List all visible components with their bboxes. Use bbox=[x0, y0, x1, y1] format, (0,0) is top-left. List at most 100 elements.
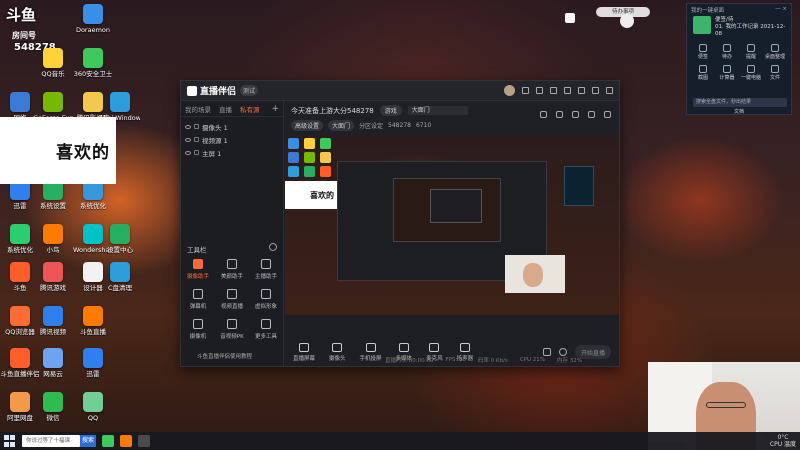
desktop-icon[interactable]: 斗鱼直播 bbox=[73, 306, 113, 352]
tool-button[interactable]: 视频直播 bbox=[215, 289, 249, 315]
tool-button[interactable]: 美颜助手 bbox=[215, 259, 249, 285]
tools-settings-icon[interactable] bbox=[269, 243, 277, 251]
share-icon[interactable] bbox=[604, 111, 611, 118]
desktop-icon-label: 腾讯游戏 bbox=[40, 284, 66, 292]
desktop-icon[interactable]: 系统优化 bbox=[73, 180, 113, 226]
tshirt-icon[interactable] bbox=[565, 13, 575, 23]
tab-scenes[interactable]: 我的场景 bbox=[185, 104, 211, 114]
live-preview[interactable]: 喜欢的 bbox=[285, 135, 619, 315]
widget-close-button[interactable]: — × bbox=[775, 6, 787, 14]
gift-icon[interactable] bbox=[536, 87, 543, 94]
tutorial-link[interactable]: 斗鱼直播伴侣使用教程 bbox=[197, 352, 252, 360]
desktop-icon[interactable]: 系统设置 bbox=[33, 180, 73, 226]
cat-icon[interactable] bbox=[620, 14, 634, 28]
scene-row[interactable]: 视频源 1 bbox=[181, 133, 283, 146]
status-item: 内存 32% bbox=[557, 357, 582, 364]
category-pill[interactable]: 游戏 bbox=[379, 105, 402, 116]
widget-footer[interactable]: 文档 bbox=[687, 108, 791, 115]
partition-setting[interactable]: 分区设定 bbox=[359, 121, 383, 130]
avatar[interactable] bbox=[504, 85, 515, 96]
widget-search-input[interactable]: 搜索全盘文件，秒出结果 bbox=[693, 98, 787, 107]
eye-icon[interactable] bbox=[185, 137, 191, 142]
desktop-icon[interactable]: QQ音乐 bbox=[33, 48, 73, 94]
app-icon bbox=[43, 306, 63, 326]
lock-icon[interactable] bbox=[194, 124, 199, 129]
desktop-icon-label: 腾讯视频 bbox=[40, 328, 66, 336]
taskbar: 你说过等了十福课 搜索 0°C CPU 温度 bbox=[0, 432, 800, 450]
widget-tool[interactable]: 提醒 bbox=[739, 44, 763, 60]
desktop-icon-label: 360安全卫士 bbox=[73, 70, 113, 78]
widget-tool[interactable]: 文件 bbox=[763, 65, 787, 81]
tool-button[interactable]: 虚拟形象 bbox=[249, 289, 283, 315]
audio-icon[interactable] bbox=[572, 111, 579, 118]
control-icon bbox=[429, 342, 440, 352]
message-icon[interactable] bbox=[522, 87, 529, 94]
minimize-icon[interactable] bbox=[578, 87, 585, 94]
desktop-icon[interactable]: 腾讯游戏 bbox=[33, 262, 73, 308]
desktop-icon[interactable]: Doraemon bbox=[73, 4, 113, 50]
desktop-icon[interactable]: 360安全卫士 bbox=[73, 48, 113, 94]
tool-button[interactable]: 主播助手 bbox=[249, 259, 283, 285]
tab-private[interactable]: 私有源 bbox=[240, 104, 260, 114]
tab-live[interactable]: 直播 bbox=[219, 104, 232, 114]
tool-button[interactable]: 更多工具 bbox=[249, 319, 283, 345]
tool-label: 视频直播 bbox=[220, 304, 243, 310]
app-icon bbox=[10, 224, 30, 244]
tool-button[interactable]: 摄像助手 bbox=[181, 259, 215, 285]
tool-button[interactable]: 摄像机 bbox=[181, 319, 215, 345]
tool-label: 主播助手 bbox=[254, 274, 277, 280]
add-scene-button[interactable]: + bbox=[271, 104, 279, 114]
widget-tool[interactable]: 截图 bbox=[691, 65, 715, 81]
desktop-icon-label: 网易云 bbox=[43, 370, 63, 378]
maximize-icon[interactable] bbox=[592, 87, 599, 94]
preview-face bbox=[523, 263, 543, 287]
widget-tool[interactable]: 便签 bbox=[691, 44, 715, 60]
scene-row[interactable]: 摄像头 1 bbox=[181, 120, 283, 133]
desktop-icon[interactable]: 网易云 bbox=[33, 348, 73, 394]
eye-icon[interactable] bbox=[185, 150, 191, 155]
taskbar-app-douyu-icon[interactable] bbox=[120, 435, 132, 447]
desktop-icon[interactable]: C盘清理 bbox=[100, 262, 140, 308]
room-category[interactable]: 大面门 bbox=[328, 120, 355, 131]
menu-icon[interactable] bbox=[564, 87, 571, 94]
lock-icon[interactable] bbox=[194, 137, 199, 142]
close-icon[interactable] bbox=[606, 87, 613, 94]
widget-note[interactable]: 便签/待 01. 我的工作记录 2021-12-08 bbox=[715, 17, 791, 38]
tool-button[interactable]: 音视频PK bbox=[215, 319, 249, 345]
layout-icon[interactable] bbox=[540, 111, 547, 118]
screen-icon[interactable] bbox=[556, 111, 563, 118]
eye-icon[interactable] bbox=[185, 124, 191, 129]
category-input[interactable]: 大面门 bbox=[407, 106, 468, 115]
desktop-icon-label: 迅雷 bbox=[86, 370, 100, 378]
start-button[interactable] bbox=[4, 435, 16, 447]
tool-label: 音视频PK bbox=[220, 334, 244, 340]
desktop-icon[interactable]: 迅雷 bbox=[73, 348, 113, 394]
scene-label: 摄像头 1 bbox=[202, 123, 228, 132]
taskbar-search-input[interactable]: 你说过等了十福课 bbox=[22, 435, 80, 447]
widget-tool[interactable]: 桌面整理 bbox=[763, 44, 787, 60]
scene-row[interactable]: 主屏 1 bbox=[181, 146, 283, 159]
advanced-settings[interactable]: 高级设置 bbox=[291, 120, 324, 131]
desktop-icon-label: 斗鱼直播 bbox=[80, 328, 106, 336]
taskbar-app-360-icon[interactable] bbox=[102, 435, 114, 447]
lock-icon[interactable] bbox=[588, 111, 595, 118]
taskbar-search-button[interactable]: 搜索 bbox=[80, 435, 96, 447]
lock-icon[interactable] bbox=[194, 150, 199, 155]
app-icon bbox=[83, 348, 103, 368]
settings-icon[interactable] bbox=[550, 87, 557, 94]
widget-tool[interactable]: 待办 bbox=[715, 44, 739, 60]
desktop-icon[interactable]: 腾讯视频 bbox=[33, 306, 73, 352]
taskbar-app-window-icon[interactable] bbox=[138, 435, 150, 447]
widget-tool[interactable]: 计算器 bbox=[715, 65, 739, 81]
tool-icon bbox=[193, 289, 203, 299]
tool-label: 虚拟形象 bbox=[254, 304, 277, 310]
preview-icon bbox=[320, 152, 331, 163]
stream-title[interactable]: 今天准备上游大分548278 bbox=[291, 106, 374, 116]
tool-label: 摄像机 bbox=[189, 334, 207, 340]
app-icon bbox=[43, 224, 63, 244]
preview-sticker: 喜欢的 bbox=[285, 181, 337, 209]
widget-tool[interactable]: 一键电脑 bbox=[739, 65, 763, 81]
tool-button[interactable]: 弹幕机 bbox=[181, 289, 215, 315]
app-icon bbox=[110, 224, 130, 244]
preview-icon bbox=[288, 138, 299, 149]
